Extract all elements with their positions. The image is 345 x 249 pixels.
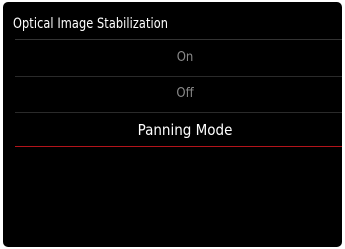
menu-item-label: Panning Mode <box>137 121 233 139</box>
page-title: Optical Image Stabilization <box>13 16 169 32</box>
menu-header: Optical Image Stabilization <box>3 2 342 38</box>
menu-item-label: On <box>176 50 194 65</box>
menu-item-on[interactable]: On <box>3 41 342 77</box>
camera-menu-screen: Optical Image Stabilization On Off Panni… <box>3 2 342 247</box>
menu-item-panning-mode[interactable]: Panning Mode <box>3 113 342 149</box>
header-divider <box>15 39 342 40</box>
menu-item-label: Off <box>176 86 194 101</box>
menu-item-off[interactable]: Off <box>3 77 342 113</box>
selection-indicator <box>15 146 342 147</box>
